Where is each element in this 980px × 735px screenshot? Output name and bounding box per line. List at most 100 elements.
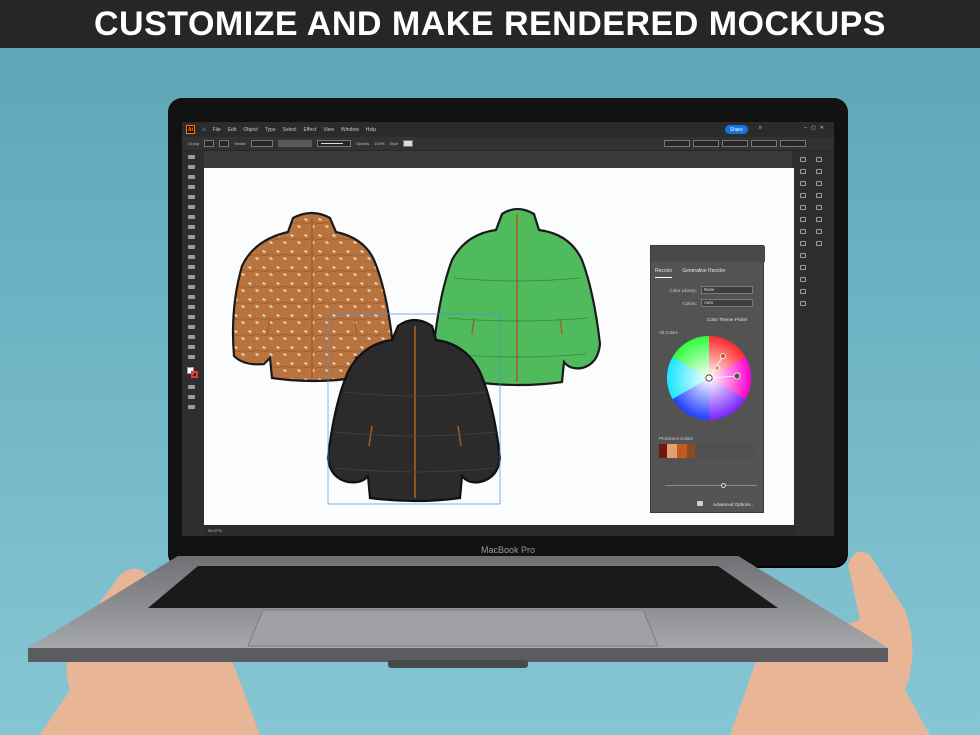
zoom-tool-icon[interactable] [188,355,195,359]
screen-mode-icon[interactable] [188,395,195,399]
stroke-weight-field[interactable] [250,140,273,147]
opacity-value[interactable]: 100% [374,141,384,146]
character-icon[interactable] [816,169,822,174]
appearance-icon[interactable] [800,277,806,282]
selection-tool-icon[interactable] [188,155,195,159]
prominent-color-5[interactable] [695,444,755,458]
window-controls[interactable]: –▢✕ [804,125,828,131]
eyedropper-tool-icon[interactable] [188,325,195,329]
fill-swatch[interactable] [204,140,215,147]
rectangle-tool-icon[interactable] [188,225,195,229]
illustrator-window: Ai ⌂ File Edit Object Type Select Effect… [182,122,834,536]
menu-select[interactable]: Select [283,127,297,133]
share-button[interactable]: Share [724,125,748,134]
menu-view[interactable]: View [323,127,334,133]
menu-file[interactable]: File [213,127,221,133]
pen-tool-icon[interactable] [188,185,195,189]
menu-bar: Ai ⌂ File Edit Object Type Select Effect… [182,122,834,137]
curvature-tool-icon[interactable] [188,195,195,199]
drawing-mode-icon[interactable] [188,385,195,389]
menu-help[interactable]: Help [366,127,376,133]
home-icon[interactable]: ⌂ [202,127,206,133]
prominent-color-4[interactable] [687,444,695,458]
zoom-level[interactable]: 55.57% [208,528,222,533]
menu-type[interactable]: Type [265,127,276,133]
menu-edit[interactable]: Edit [228,127,237,133]
panel-header [651,246,765,262]
swatches-icon[interactable] [800,205,806,210]
prominent-color-3[interactable] [677,444,687,458]
color-library-row: Color Library: None [651,285,765,295]
image-trace-icon[interactable] [816,229,822,234]
slider-handle[interactable] [721,483,726,488]
color-library-label: Color Library: [669,287,697,293]
banner-title: CUSTOMIZE AND MAKE RENDERED MOCKUPS [94,4,886,43]
artboard[interactable]: Recolor Generative Recolor Color Library… [204,168,794,530]
shape-builder-tool-icon[interactable] [188,305,195,309]
magic-wand-tool-icon[interactable] [188,175,195,179]
stroke-swatch[interactable] [219,140,230,147]
artboard-tool-icon[interactable] [188,335,195,339]
variable-width-field[interactable] [277,140,312,147]
stroke-icon[interactable] [800,241,806,246]
hand-tool-icon[interactable] [188,345,195,349]
menu-object[interactable]: Object [243,127,257,133]
menu-window[interactable]: Window [341,127,359,133]
opentype-icon[interactable] [816,193,822,198]
pathfinder-icon[interactable] [800,301,806,306]
tab-generative-recolor[interactable]: Generative Recolor [682,268,725,278]
recolor-panel: Recolor Generative Recolor Color Library… [650,245,765,513]
search-icon[interactable]: ⌕ [759,125,762,132]
tools-panel [182,151,204,536]
symbols-icon[interactable] [800,229,806,234]
edit-toolbar-icon[interactable] [188,405,195,409]
color-library-select[interactable]: None [701,286,753,294]
pencil-tool-icon[interactable] [188,245,195,249]
free-transform-tool-icon[interactable] [188,295,195,299]
transparency-icon[interactable] [800,265,806,270]
opacity-label: Opacity [355,141,370,146]
gradient-icon[interactable] [800,253,806,258]
color-icon[interactable] [800,193,806,198]
align-icon[interactable] [800,289,806,294]
colors-row: Colors: Auto [651,298,765,308]
asset-export-icon[interactable] [816,217,822,222]
line-tool-icon[interactable] [188,215,195,219]
artboards-icon[interactable] [816,157,822,162]
warp-tool-icon[interactable] [188,285,195,289]
panel-dock [792,151,834,536]
advanced-options-link[interactable]: Advanced Options... [713,502,754,507]
libraries-icon[interactable] [800,181,806,186]
direct-selection-tool-icon[interactable] [188,165,195,169]
rotate-tool-icon[interactable] [188,265,195,269]
prominent-color-1[interactable] [659,444,667,458]
paintbrush-tool-icon[interactable] [188,235,195,239]
navigator-icon[interactable] [816,241,822,246]
color-wheel[interactable] [665,334,753,422]
brushes-icon[interactable] [800,217,806,222]
color-theme-picker[interactable]: Color Theme Picker [707,317,748,322]
links-icon[interactable] [816,205,822,210]
brush-field[interactable] [316,140,351,147]
gradient-tool-icon[interactable] [188,315,195,319]
tab-recolor[interactable]: Recolor [655,268,673,278]
style-label: Style [389,141,399,146]
laptop-scene: MacBook Pro Ai ⌂ File Edit Object Type S… [0,0,980,735]
scale-tool-icon[interactable] [188,275,195,279]
paragraph-icon[interactable] [816,181,822,186]
prominent-color-2[interactable] [667,444,677,458]
properties-icon[interactable] [800,157,806,162]
eraser-tool-icon[interactable] [188,255,195,259]
layers-icon[interactable] [800,169,806,174]
stroke-color-icon[interactable] [191,371,198,378]
menu-effect[interactable]: Effect [304,127,317,133]
laptop-brand: MacBook Pro [480,545,536,555]
type-tool-icon[interactable] [188,205,195,209]
title-banner: CUSTOMIZE AND MAKE RENDERED MOCKUPS [0,0,980,48]
colors-select[interactable]: Auto [701,299,753,307]
saturation-slider[interactable] [665,483,757,488]
prominent-colors-bar[interactable] [659,444,755,458]
transform-fields[interactable] [664,140,834,147]
style-swatch[interactable] [403,140,414,147]
folder-icon[interactable] [697,501,703,506]
